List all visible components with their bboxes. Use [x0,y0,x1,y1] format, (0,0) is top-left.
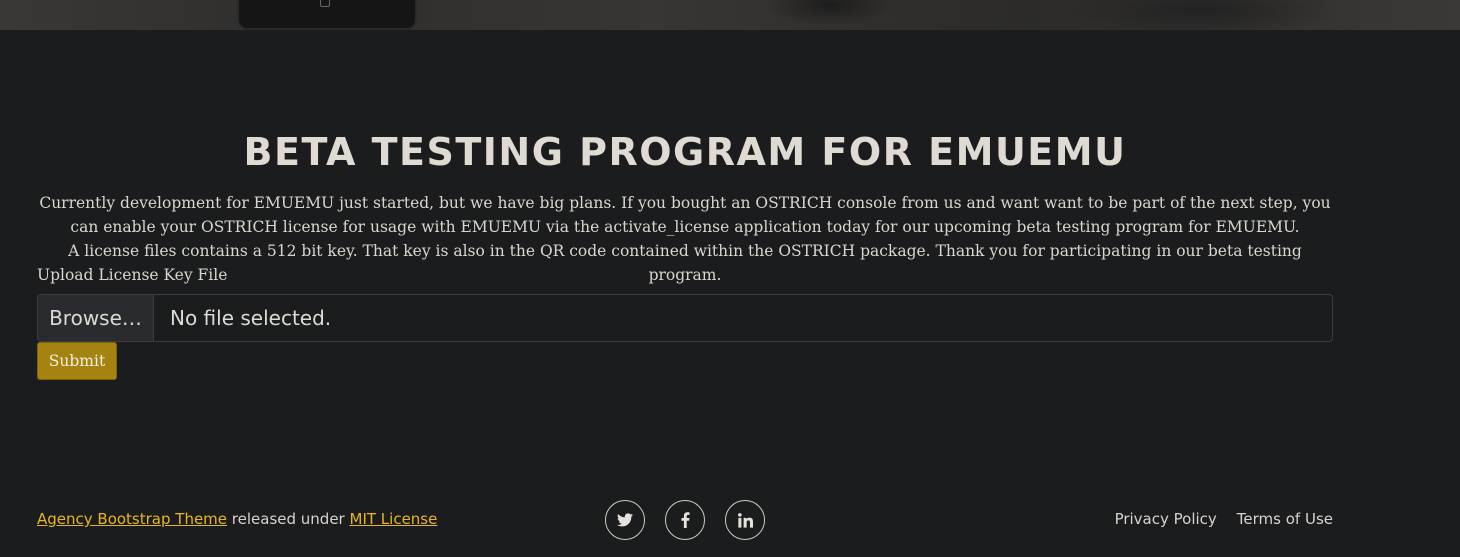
footer: Agency Bootstrap Theme released under MI… [37,500,1333,540]
linkedin-button[interactable] [725,500,765,540]
upload-label: Upload License Key File [37,266,228,284]
device-button [320,0,330,7]
footer-legal: Privacy Policy Terms of Use [1115,510,1333,528]
browse-button[interactable]: Browse… [38,295,154,341]
facebook-icon [681,512,689,528]
license-link[interactable]: MIT License [350,510,438,528]
intro-paragraph-2: A license files contains a 512 bit key. … [68,242,1302,284]
linkedin-icon [737,512,753,528]
file-status: No file selected. [170,306,332,330]
twitter-icon [617,513,633,527]
footer-credits: Agency Bootstrap Theme released under MI… [37,510,437,528]
released-text: released under [227,510,350,528]
page-title: BETA TESTING PROGRAM FOR EMUEMU [243,130,1127,174]
license-file-input[interactable]: Browse… No file selected. [37,294,1333,342]
theme-link[interactable]: Agency Bootstrap Theme [37,510,227,528]
facebook-button[interactable] [665,500,705,540]
twitter-button[interactable] [605,500,645,540]
privacy-policy-link[interactable]: Privacy Policy [1115,510,1217,528]
hero-image-strip [0,0,1460,30]
terms-of-use-link[interactable]: Terms of Use [1237,510,1333,528]
submit-button[interactable]: Submit [37,342,117,380]
intro-text: Currently development for EMUEMU just st… [37,191,1333,287]
intro-paragraph-1: Currently development for EMUEMU just st… [39,194,1331,236]
social-links [605,500,765,540]
